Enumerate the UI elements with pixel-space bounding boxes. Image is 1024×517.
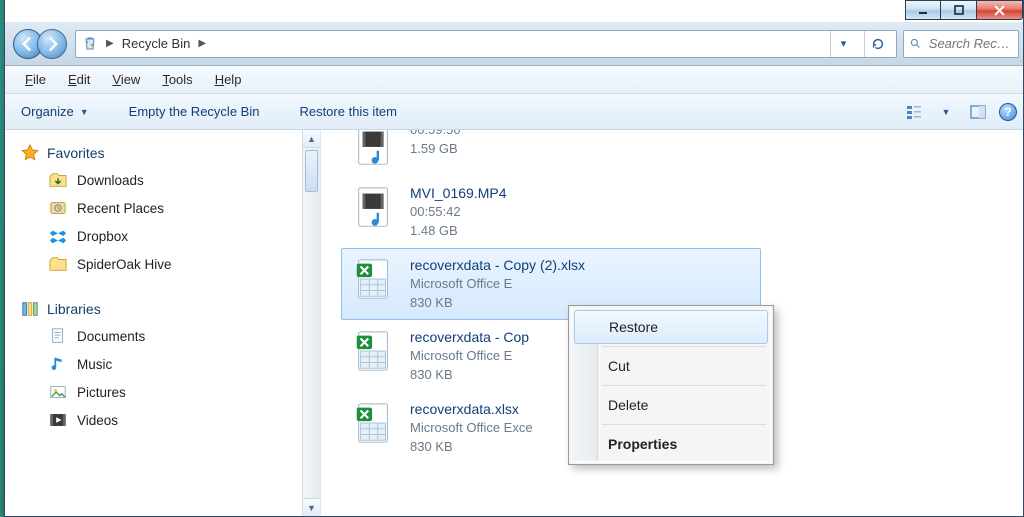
file-row[interactable]: 00:59:50 1.59 GB xyxy=(341,130,761,176)
nav-forward-button[interactable] xyxy=(37,29,67,59)
context-menu: Restore Cut Delete Properties xyxy=(568,305,774,465)
sidebar-item-recent[interactable]: Recent Places xyxy=(15,194,316,222)
sidebar-item-pictures[interactable]: Pictures xyxy=(15,378,316,406)
sidebar-item-music[interactable]: Music xyxy=(15,350,316,378)
sidebar-item-videos[interactable]: Videos xyxy=(15,406,316,434)
explorer-body: Favorites Downloads Recent Places Dropbo… xyxy=(5,130,1023,516)
file-row[interactable]: MVI_0169.MP4 00:55:42 1.48 GB xyxy=(341,176,761,248)
scroll-thumb[interactable] xyxy=(305,150,318,192)
search-icon xyxy=(910,37,921,50)
sidebar-item-label: Music xyxy=(77,357,112,372)
file-name: recoverxdata.xlsx xyxy=(410,399,533,419)
menu-view[interactable]: View xyxy=(102,69,150,90)
sidebar-item-label: Downloads xyxy=(77,173,144,188)
sidebar-item-spideroak[interactable]: SpiderOak Hive xyxy=(15,250,316,278)
favorites-group[interactable]: Favorites xyxy=(15,140,316,166)
sidebar-item-documents[interactable]: Documents xyxy=(15,322,316,350)
help-button[interactable]: ? xyxy=(999,103,1017,121)
ctx-separator xyxy=(602,346,766,347)
recycle-bin-icon xyxy=(82,36,98,52)
maximize-button[interactable] xyxy=(941,0,977,20)
chevron-right-icon: ▶ xyxy=(198,38,206,49)
sidebar-item-label: Documents xyxy=(77,329,145,344)
minimize-button[interactable] xyxy=(905,0,941,20)
sidebar-item-label: Dropbox xyxy=(77,229,128,244)
ctx-properties[interactable]: Properties xyxy=(572,427,770,461)
file-name: MVI_0169.MP4 xyxy=(410,183,507,203)
chevron-right-icon: ▶ xyxy=(106,38,114,49)
menu-tools[interactable]: Tools xyxy=(152,69,202,90)
restore-this-item-button[interactable]: Restore this item xyxy=(293,100,403,123)
sidebar-item-label: Videos xyxy=(77,413,118,428)
videos-icon xyxy=(49,411,67,429)
address-history-dropdown[interactable]: ▾ xyxy=(830,31,856,57)
sidebar-item-downloads[interactable]: Downloads xyxy=(15,166,316,194)
explorer-window: ▶ Recycle Bin ▶ ▾ File Edit View Tools H… xyxy=(4,0,1024,517)
breadcrumb[interactable]: ▶ Recycle Bin ▶ xyxy=(106,36,206,51)
file-name: recoverxdata - Cop xyxy=(410,327,529,347)
excel-file-icon xyxy=(350,327,398,375)
file-size: 830 KB xyxy=(410,366,529,385)
search-input[interactable] xyxy=(927,35,1012,52)
chevron-down-icon[interactable]: ▼ xyxy=(935,101,957,123)
file-size: 1.59 GB xyxy=(410,140,461,159)
music-icon xyxy=(49,355,67,373)
scroll-down-arrow[interactable]: ▼ xyxy=(303,498,320,516)
file-duration: 00:55:42 xyxy=(410,203,507,222)
star-icon xyxy=(21,144,39,162)
file-size: 830 KB xyxy=(410,438,533,457)
empty-recycle-bin-button[interactable]: Empty the Recycle Bin xyxy=(123,100,266,123)
preview-pane-button[interactable] xyxy=(967,101,989,123)
favorites-label: Favorites xyxy=(47,145,105,161)
libraries-label: Libraries xyxy=(47,301,101,317)
organize-button[interactable]: Organize▼ xyxy=(15,100,95,123)
file-type: Microsoft Office E xyxy=(410,275,585,294)
excel-file-icon xyxy=(350,255,398,303)
search-box[interactable] xyxy=(903,30,1019,58)
dropbox-icon xyxy=(49,227,67,245)
file-name: recoverxdata - Copy (2).xlsx xyxy=(410,255,585,275)
address-row: ▶ Recycle Bin ▶ ▾ xyxy=(5,22,1023,66)
sidebar-item-label: SpiderOak Hive xyxy=(77,257,172,272)
close-button[interactable] xyxy=(977,0,1023,20)
ctx-separator xyxy=(602,385,766,386)
sidebar-item-label: Pictures xyxy=(77,385,126,400)
window-controls xyxy=(905,0,1023,20)
chevron-down-icon: ▼ xyxy=(80,107,89,117)
libraries-group[interactable]: Libraries xyxy=(15,296,316,322)
file-type: Microsoft Office E xyxy=(410,347,529,366)
ctx-separator xyxy=(602,424,766,425)
file-size: 830 KB xyxy=(410,294,585,313)
menu-help[interactable]: Help xyxy=(205,69,252,90)
nav-scrollbar[interactable]: ▲ ▼ xyxy=(302,130,320,516)
file-type: Microsoft Office Exce xyxy=(410,419,533,438)
navigation-pane: Favorites Downloads Recent Places Dropbo… xyxy=(5,130,321,516)
excel-file-icon xyxy=(350,399,398,447)
sidebar-item-label: Recent Places xyxy=(77,201,164,216)
menu-file[interactable]: File xyxy=(15,69,56,90)
video-file-icon xyxy=(350,183,398,231)
menu-edit[interactable]: Edit xyxy=(58,69,100,90)
refresh-button[interactable] xyxy=(864,31,890,57)
documents-icon xyxy=(49,327,67,345)
change-view-button[interactable] xyxy=(903,101,925,123)
recent-places-icon xyxy=(49,199,67,217)
video-file-icon xyxy=(350,130,398,169)
file-duration: 00:59:50 xyxy=(410,130,461,140)
scroll-up-arrow[interactable]: ▲ xyxy=(303,130,320,148)
ctx-cut[interactable]: Cut xyxy=(572,349,770,383)
ctx-delete[interactable]: Delete xyxy=(572,388,770,422)
file-size: 1.48 GB xyxy=(410,222,507,241)
address-bar[interactable]: ▶ Recycle Bin ▶ ▾ xyxy=(75,30,897,58)
folder-icon xyxy=(49,255,67,273)
toolbar: Organize▼ Empty the Recycle Bin Restore … xyxy=(5,94,1023,130)
menubar: File Edit View Tools Help xyxy=(5,66,1023,94)
breadcrumb-location[interactable]: Recycle Bin xyxy=(122,36,191,51)
pictures-icon xyxy=(49,383,67,401)
folder-download-icon xyxy=(49,171,67,189)
libraries-icon xyxy=(21,300,39,318)
ctx-restore[interactable]: Restore xyxy=(574,310,768,344)
sidebar-item-dropbox[interactable]: Dropbox xyxy=(15,222,316,250)
